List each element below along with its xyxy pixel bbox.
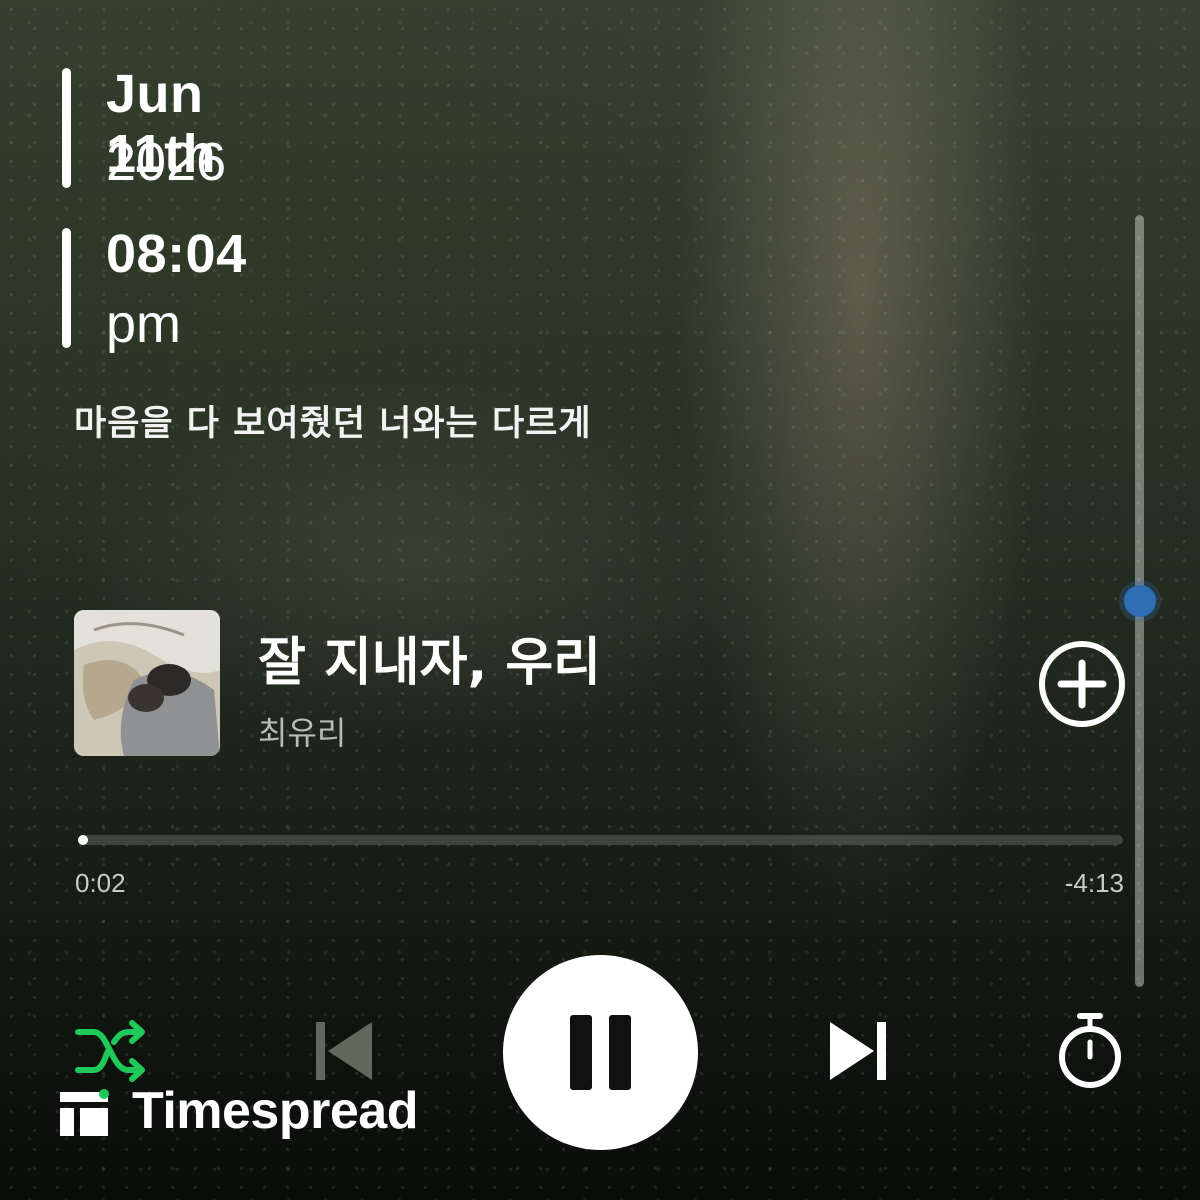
brand-name: Timespread	[132, 1082, 418, 1140]
sleep-timer-button[interactable]	[1055, 1010, 1125, 1090]
pause-icon	[570, 1015, 631, 1090]
progress-bar[interactable]	[78, 835, 1123, 845]
lyric-line: 마음을 다 보여줬던 너와는 다르게	[74, 404, 592, 444]
play-pause-button[interactable]	[503, 955, 698, 1150]
previous-button[interactable]	[312, 1018, 376, 1084]
add-to-library-button[interactable]	[1038, 640, 1126, 728]
elapsed-time: 0:02	[75, 868, 126, 898]
album-art-image	[74, 610, 220, 756]
track-title: 잘 지내자, 우리	[258, 633, 602, 693]
skip-next-icon	[830, 1022, 886, 1080]
remaining-time: -4:13	[1064, 868, 1124, 898]
volume-slider-thumb[interactable]	[1124, 585, 1156, 617]
shuffle-button[interactable]	[74, 1018, 150, 1084]
album-art[interactable]	[74, 610, 220, 756]
date-accent-bar	[62, 68, 71, 188]
progress-bar-fill	[78, 835, 88, 845]
shuffle-icon	[75, 1020, 145, 1082]
time-accent-bar	[62, 228, 71, 348]
time-text: 08:04	[106, 224, 247, 284]
next-button[interactable]	[826, 1018, 890, 1084]
skip-previous-icon	[316, 1022, 372, 1080]
period-text: pm	[106, 294, 182, 354]
add-circle-icon	[1039, 641, 1125, 727]
track-artist[interactable]: 최유리	[258, 708, 346, 754]
timer-icon	[1059, 1013, 1121, 1088]
year-text: 2026	[106, 132, 227, 192]
brand-logo-icon	[60, 1089, 109, 1136]
